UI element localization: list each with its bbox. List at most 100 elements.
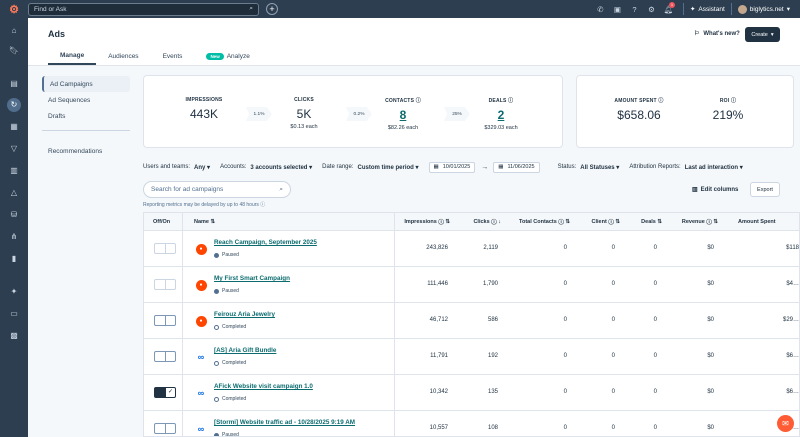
date-range-dropdown[interactable]: Custom time period ▾: [358, 164, 419, 171]
info-icon[interactable]: ⓘ: [731, 98, 736, 104]
cell-client: 0: [611, 317, 615, 323]
col-total-contacts[interactable]: Total Contacts ⓘ ⇅: [511, 213, 570, 231]
workspace-icon[interactable]: ▭: [0, 309, 28, 318]
cell-deals: 0: [653, 281, 657, 287]
marketing-icon[interactable]: ↻: [0, 98, 28, 112]
info-icon[interactable]: ⓘ: [508, 98, 513, 104]
col-deals[interactable]: Deals ⇅: [630, 213, 662, 231]
assistant-button[interactable]: ✦ Assistant: [690, 5, 725, 14]
apps-icon[interactable]: ▩: [0, 331, 28, 340]
col-client[interactable]: Client ⓘ ⇅: [580, 213, 620, 231]
col-clicks[interactable]: Clicks ⓘ ↓: [459, 213, 501, 231]
info-icon[interactable]: ⓘ: [658, 98, 663, 104]
content-icon[interactable]: ▦: [0, 122, 28, 131]
tab-audiences[interactable]: Audiences: [96, 51, 150, 65]
settings-gear-icon[interactable]: ⚙: [643, 5, 660, 14]
info-icon: ⓘ: [438, 220, 444, 226]
info-icon[interactable]: ⓘ: [416, 98, 421, 104]
tab-bar: Manage Audiences Events New Analyze: [48, 51, 262, 65]
subnav-ad-sequences[interactable]: Ad Sequences: [42, 92, 130, 108]
campaign-toggle[interactable]: [154, 351, 176, 362]
data-icon[interactable]: ⛁: [0, 210, 28, 219]
col-name[interactable]: Name ⇅: [194, 213, 215, 231]
campaign-name-link[interactable]: My First Smart Campaign: [214, 275, 290, 282]
campaign-name-link[interactable]: [AS] Aria Gift Bundle: [214, 347, 276, 354]
cell-amount-spent: $29…: [782, 317, 799, 323]
status-filter-dropdown[interactable]: All Statuses ▾: [580, 164, 619, 171]
impressions-stat: IMPRESSIONS 443K: [174, 97, 234, 121]
col-amount-spent[interactable]: Amount Spent: [738, 213, 776, 231]
campaign-name-link[interactable]: Feirouz Aria Jewelry: [214, 311, 275, 318]
campaign-name-link[interactable]: Reach Campaign, September 2025: [214, 239, 317, 246]
home-icon[interactable]: ⌂: [0, 26, 28, 35]
create-button[interactable]: Create ▾: [745, 27, 780, 42]
col-total-contacts-label: Total Contacts: [519, 219, 557, 225]
global-search-input[interactable]: Find or Ask ⌕: [28, 2, 259, 16]
campaign-toggle[interactable]: [154, 279, 176, 290]
users-filter-dropdown[interactable]: Any ▾: [194, 164, 210, 171]
whats-new-button[interactable]: ⚐ What's new?: [694, 30, 740, 38]
marketplace-icon[interactable]: ▣: [609, 5, 626, 14]
date-from-input[interactable]: ▦ 10/01/2025: [428, 161, 476, 173]
cell-total-contacts: 0: [563, 425, 567, 431]
notifications-bell-icon[interactable]: 🔔︎ 1: [660, 1, 677, 14]
roi-value: 219%: [712, 108, 744, 122]
meta-icon: ∞: [195, 423, 207, 435]
cell-client: 0: [611, 245, 615, 251]
bookmark-icon[interactable]: 🔖︎: [0, 46, 28, 55]
tab-analyze[interactable]: New Analyze: [194, 51, 261, 65]
campaign-name-link[interactable]: AFick Website visit campaign 1.0: [214, 383, 313, 390]
export-button[interactable]: Export: [750, 182, 780, 197]
chat-launcher-button[interactable]: ✉: [777, 415, 794, 432]
accounts-filter-dropdown[interactable]: 3 accounts selected ▾: [250, 164, 312, 171]
deals-value[interactable]: 2: [468, 108, 534, 122]
help-icon[interactable]: ?: [626, 5, 643, 14]
campaign-toggle[interactable]: [154, 315, 176, 326]
phone-icon[interactable]: ✆: [592, 5, 609, 14]
col-clicks-label: Clicks: [473, 219, 490, 225]
tab-events[interactable]: Events: [151, 51, 195, 65]
automation-icon[interactable]: ⋔: [0, 232, 28, 241]
status-filter-value: All Statuses: [580, 164, 615, 171]
service-icon[interactable]: △: [0, 188, 28, 197]
reporting-icon[interactable]: ▮: [0, 254, 28, 263]
sales-icon[interactable]: ▽: [0, 144, 28, 153]
account-menu[interactable]: biglytics.net ▾: [737, 4, 790, 14]
cell-total-contacts: 0: [563, 353, 567, 359]
breeze-icon[interactable]: ✦: [0, 287, 28, 296]
chat-icon: ✉: [782, 419, 789, 428]
attribution-dropdown[interactable]: Last ad interaction ▾: [685, 164, 743, 171]
subnav-ad-campaigns[interactable]: Ad Campaigns: [42, 76, 130, 92]
table-row: ● My First Smart Campaign Paused 111,446 1,7…: [144, 267, 799, 303]
campaign-toggle[interactable]: [154, 423, 176, 434]
contacts-value[interactable]: 8: [369, 108, 437, 122]
subnav-drafts[interactable]: Drafts: [42, 108, 130, 124]
contacts-icon[interactable]: ▤: [0, 79, 28, 88]
campaign-search-input[interactable]: Search for ad campaigns ⌕: [143, 181, 291, 198]
tab-manage[interactable]: Manage: [48, 51, 97, 65]
info-icon[interactable]: ⓘ: [260, 202, 265, 208]
clicks-label: CLICKS: [294, 97, 314, 103]
hubspot-logo-icon[interactable]: ⚙: [0, 0, 28, 18]
status-label: Completed: [222, 324, 247, 330]
date-to-input[interactable]: ▦ 11/06/2025: [493, 161, 540, 173]
col-revenue[interactable]: Revenue ⓘ ⇅: [672, 213, 718, 231]
campaign-name-link[interactable]: [Stormi] Website traffic ad - 10/28/2025…: [214, 419, 355, 426]
col-impressions[interactable]: Impressions ⓘ ⇅: [394, 213, 450, 231]
delay-note: Reporting metrics may be delayed by up t…: [143, 201, 265, 208]
info-icon: ⓘ: [558, 220, 564, 226]
create-label: Create: [751, 31, 768, 38]
commerce-icon[interactable]: ▥: [0, 166, 28, 175]
tab-label: Audiences: [108, 52, 139, 60]
campaign-toggle[interactable]: [154, 243, 176, 254]
tab-label: Analyze: [226, 52, 250, 60]
columns-icon: ▥: [692, 187, 698, 193]
contacts-cost: $82.26 each: [387, 125, 419, 131]
quick-create-button[interactable]: +: [266, 3, 278, 15]
campaign-status: Completed: [214, 324, 246, 330]
impressions-to-clicks-rate: 1.1%: [246, 107, 272, 121]
sort-icon: ⇅: [210, 219, 216, 225]
campaign-toggle[interactable]: ✓: [154, 387, 176, 398]
edit-columns-button[interactable]: ▥ Edit columns: [692, 186, 738, 194]
subnav-recommendations[interactable]: Recommendations: [42, 143, 130, 159]
